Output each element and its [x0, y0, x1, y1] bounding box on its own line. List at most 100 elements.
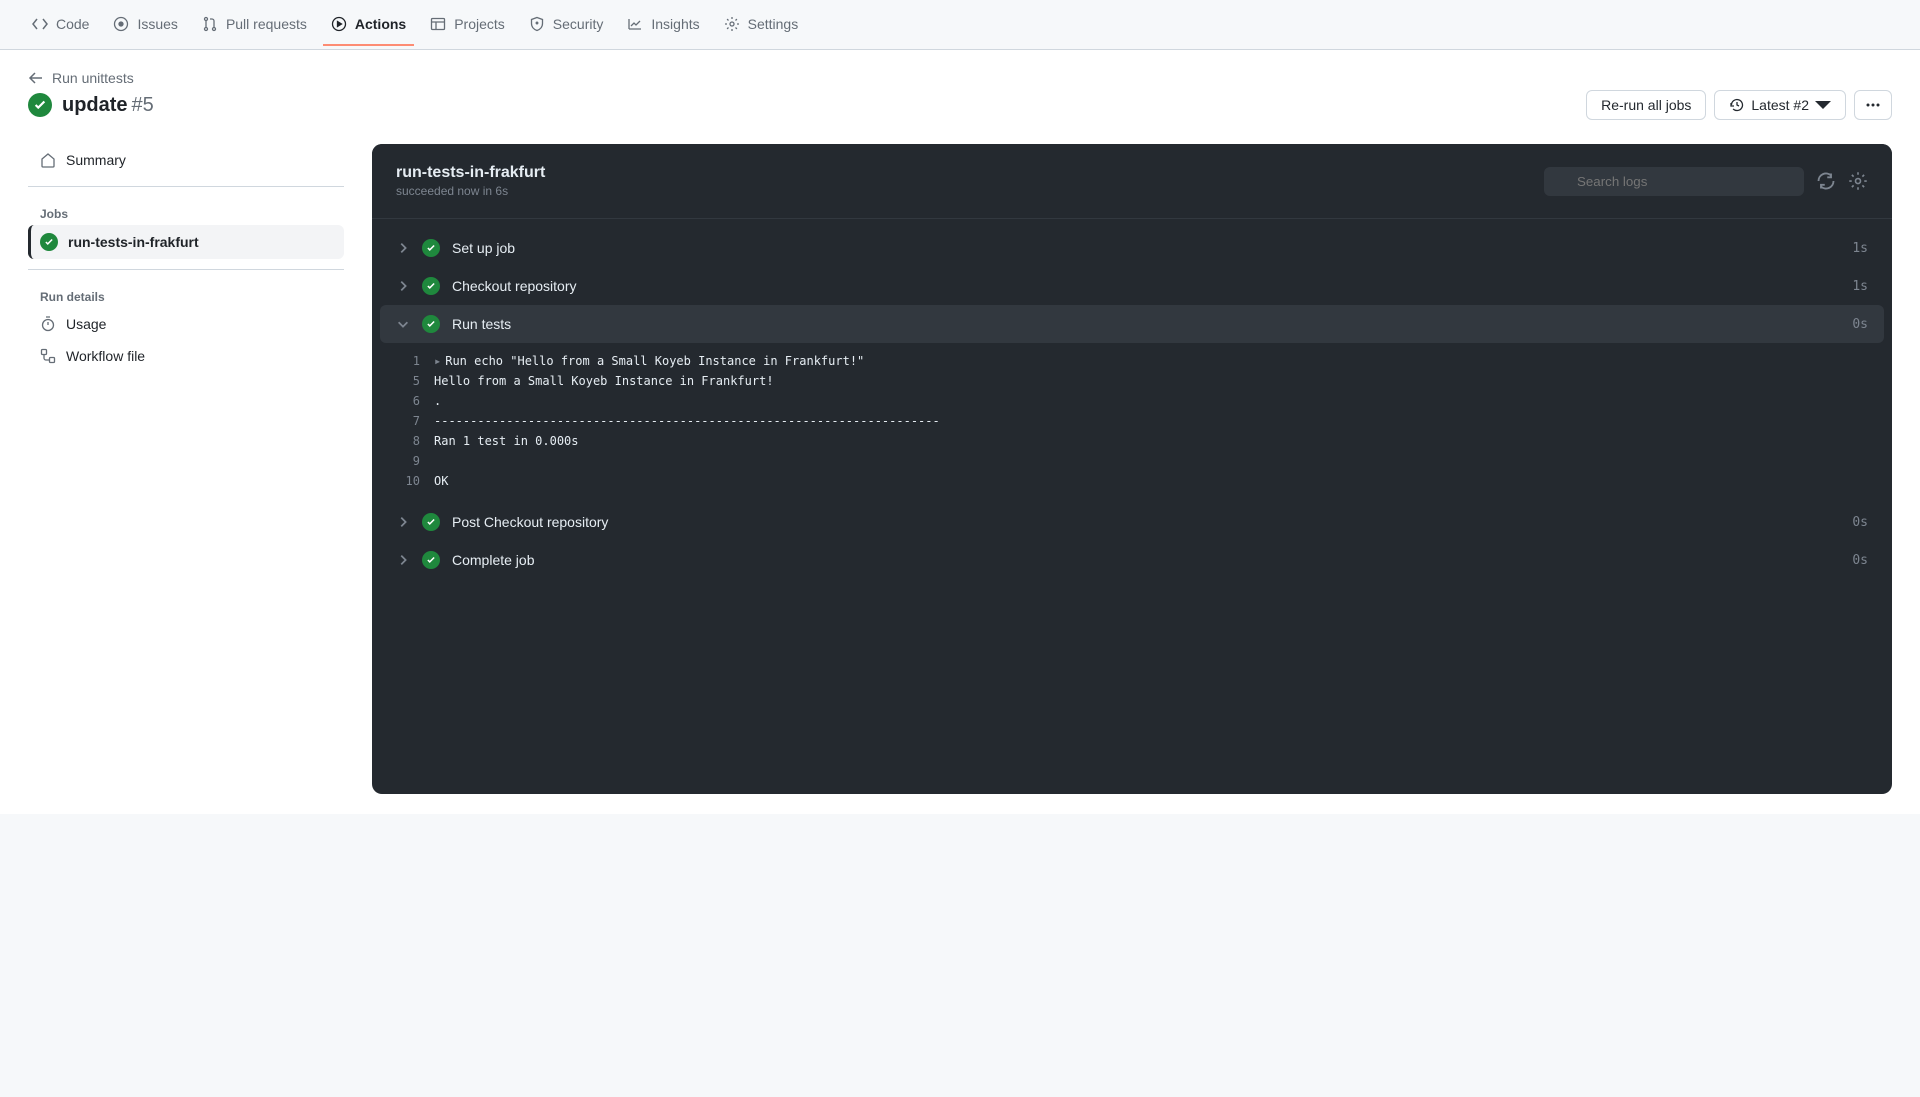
sidebar-label: Usage: [66, 316, 106, 332]
log-text: Ran 1 test in 0.000s: [434, 431, 579, 451]
home-icon: [40, 152, 56, 168]
success-icon: [422, 551, 440, 569]
tab-security[interactable]: Security: [521, 4, 612, 46]
issue-icon: [113, 16, 129, 32]
run-number: #5: [131, 94, 153, 116]
log-line[interactable]: 1 ▸Run echo "Hello from a Small Koyeb Ins…: [396, 351, 1868, 371]
log-line[interactable]: 8 Ran 1 test in 0.000s: [396, 431, 1868, 451]
refresh-icon[interactable]: [1816, 171, 1836, 191]
log-line[interactable]: 7 ---------------------------------------…: [396, 411, 1868, 431]
button-label: Latest #2: [1751, 97, 1809, 113]
success-icon: [422, 513, 440, 531]
repo-nav: Code Issues Pull requests Actions Projec…: [0, 0, 1920, 50]
nav-label: Code: [56, 16, 89, 32]
step-row[interactable]: Post Checkout repository 0s: [372, 503, 1892, 541]
sidebar-label: run-tests-in-frakfurt: [68, 234, 199, 250]
line-number: 7: [396, 411, 420, 431]
sidebar-summary[interactable]: Summary: [28, 144, 344, 176]
nav-label: Issues: [137, 16, 177, 32]
rerun-button[interactable]: Re-run all jobs: [1586, 90, 1706, 120]
log-line[interactable]: 9: [396, 451, 1868, 471]
history-icon: [1729, 97, 1745, 113]
gear-icon[interactable]: [1848, 171, 1868, 191]
step-time: 1s: [1852, 279, 1868, 294]
tab-pulls[interactable]: Pull requests: [194, 4, 315, 46]
step-name: Complete job: [452, 552, 1840, 568]
log-line[interactable]: 10 OK: [396, 471, 1868, 491]
chevron-down-icon: [396, 317, 410, 331]
stopwatch-icon: [40, 316, 56, 332]
log-line[interactable]: 5Hello from a Small Koyeb Instance in Fr…: [396, 371, 1868, 391]
line-number: 1: [396, 351, 420, 371]
nav-label: Actions: [355, 16, 406, 32]
search-logs-input[interactable]: [1544, 167, 1804, 196]
job-title: run-tests-in-frakfurt: [396, 164, 545, 182]
caret-down-icon: [1815, 97, 1831, 113]
nav-label: Security: [553, 16, 604, 32]
expand-caret-icon[interactable]: ▸: [434, 354, 441, 368]
jobs-header: Jobs: [28, 197, 344, 225]
details-header: Run details: [28, 280, 344, 308]
success-icon: [422, 315, 440, 333]
job-subtitle: succeeded now in 6s: [396, 184, 545, 198]
gear-icon: [724, 16, 740, 32]
latest-run-button[interactable]: Latest #2: [1714, 90, 1846, 120]
success-icon: [422, 239, 440, 257]
line-number: 9: [396, 451, 420, 471]
step-name: Run tests: [452, 316, 1840, 332]
graph-icon: [627, 16, 643, 32]
arrow-left-icon[interactable]: [28, 70, 44, 86]
shield-icon: [529, 16, 545, 32]
step-name: Post Checkout repository: [452, 514, 1840, 530]
line-number: 5: [396, 371, 420, 391]
sidebar-label: Workflow file: [66, 348, 145, 364]
tab-settings[interactable]: Settings: [716, 4, 807, 46]
line-number: 8: [396, 431, 420, 451]
log-text: OK: [434, 471, 448, 491]
tab-code[interactable]: Code: [24, 4, 97, 46]
success-icon: [422, 277, 440, 295]
line-number: 10: [396, 471, 420, 491]
sidebar-job[interactable]: run-tests-in-frakfurt: [28, 225, 344, 259]
button-label: Re-run all jobs: [1601, 97, 1691, 113]
nav-label: Insights: [651, 16, 699, 32]
sidebar-workflow-file[interactable]: Workflow file: [28, 340, 344, 372]
tab-actions[interactable]: Actions: [323, 4, 414, 46]
workflow-icon: [40, 348, 56, 364]
success-icon: [28, 93, 52, 117]
step-time: 0s: [1852, 515, 1868, 530]
step-time: 0s: [1852, 553, 1868, 568]
step-name: Set up job: [452, 240, 1840, 256]
log-line[interactable]: 6.: [396, 391, 1868, 411]
step-time: 1s: [1852, 241, 1868, 256]
breadcrumb-workflow[interactable]: Run unittests: [52, 70, 134, 86]
sidebar-usage[interactable]: Usage: [28, 308, 344, 340]
nav-label: Projects: [454, 16, 505, 32]
step-row[interactable]: Checkout repository 1s: [372, 267, 1892, 305]
chevron-right-icon: [396, 241, 410, 255]
tab-insights[interactable]: Insights: [619, 4, 707, 46]
tab-projects[interactable]: Projects: [422, 4, 513, 46]
step-row[interactable]: Run tests 0s: [380, 305, 1884, 343]
tab-issues[interactable]: Issues: [105, 4, 185, 46]
line-number: 6: [396, 391, 420, 411]
sidebar-label: Summary: [66, 152, 126, 168]
more-actions-button[interactable]: [1854, 90, 1892, 120]
divider: [28, 269, 344, 270]
chevron-right-icon: [396, 515, 410, 529]
step-name: Checkout repository: [452, 278, 1840, 294]
divider: [28, 186, 344, 187]
run-title: update: [62, 94, 128, 116]
log-text: .: [434, 391, 441, 411]
pull-request-icon: [202, 16, 218, 32]
step-row[interactable]: Set up job 1s: [372, 229, 1892, 267]
nav-label: Settings: [748, 16, 799, 32]
breadcrumb: Run unittests: [28, 70, 1892, 86]
step-time: 0s: [1852, 317, 1868, 332]
steps-list: Set up job 1s Checkout repository 1s Run tes…: [372, 219, 1892, 589]
log-text: ▸Run echo "Hello from a Small Koyeb Inst…: [434, 351, 864, 371]
code-icon: [32, 16, 48, 32]
step-row[interactable]: Complete job 0s: [372, 541, 1892, 579]
log-text: ----------------------------------------…: [434, 411, 940, 431]
job-panel: run-tests-in-frakfurt succeeded now in 6…: [372, 144, 1892, 794]
